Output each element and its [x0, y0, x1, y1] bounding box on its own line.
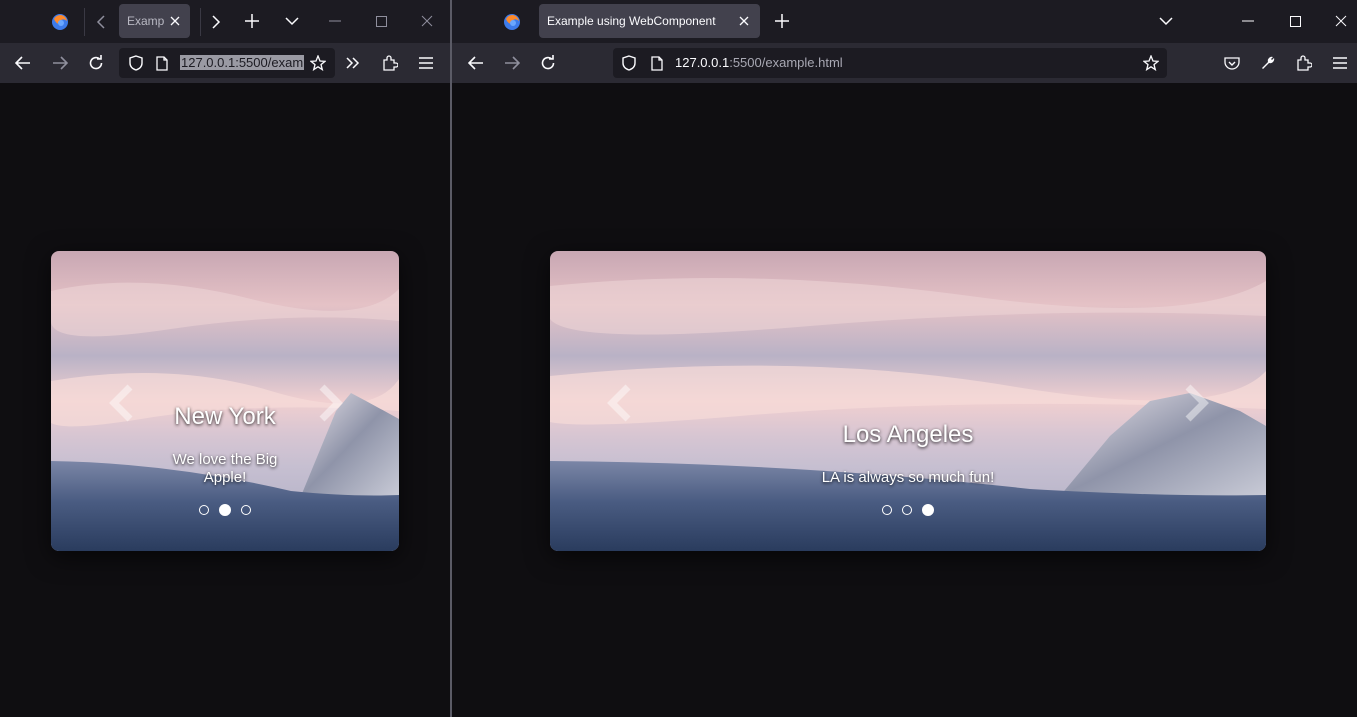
- slide-title: New York: [174, 403, 276, 430]
- tab-bar: Example using WebComponent: [0, 0, 450, 43]
- url-text[interactable]: 127.0.0.1:5500/example.html: [180, 55, 304, 70]
- close-window-icon[interactable]: [418, 12, 436, 30]
- carousel-dot[interactable]: [902, 505, 912, 515]
- url-host: 127.0.0.1: [675, 55, 730, 70]
- carousel-dot-active[interactable]: [219, 504, 231, 516]
- browser-window-left: Example using WebComponent: [0, 0, 450, 717]
- slide-caption: We love the Big Apple!: [172, 451, 278, 486]
- puzzle-icon[interactable]: [1295, 54, 1313, 72]
- star-icon[interactable]: [309, 54, 327, 72]
- list-tabs-icon[interactable]: [1157, 12, 1175, 30]
- wrench-icon[interactable]: [1259, 54, 1277, 72]
- browser-window-right: Example using WebComponent 127.0.0.1:550…: [452, 0, 1357, 717]
- hamburger-icon[interactable]: [417, 54, 435, 72]
- hamburger-icon[interactable]: [1331, 54, 1349, 72]
- maximize-icon[interactable]: [372, 12, 390, 30]
- shield-icon[interactable]: [127, 54, 145, 72]
- arrow-right-icon[interactable]: [51, 54, 69, 72]
- arrow-right-icon[interactable]: [503, 54, 521, 72]
- url-path: :5500/example.html: [729, 55, 843, 70]
- shield-icon[interactable]: [620, 54, 638, 72]
- tab-scroll-left-icon[interactable]: [92, 13, 110, 31]
- close-tab-icon[interactable]: [167, 13, 183, 29]
- navigation-bar: 127.0.0.1:5500/example.html: [0, 43, 450, 83]
- carousel-indicators: [51, 504, 399, 516]
- arrow-left-icon[interactable]: [467, 54, 485, 72]
- carousel: New York We love the Big Apple!: [51, 251, 399, 551]
- carousel-dot[interactable]: [241, 505, 251, 515]
- minimize-icon[interactable]: [326, 12, 344, 30]
- close-tab-icon[interactable]: [736, 13, 752, 29]
- double-chevron-icon[interactable]: [344, 54, 362, 72]
- arrow-left-icon[interactable]: [14, 54, 32, 72]
- carousel: Los Angeles LA is always so much fun!: [550, 251, 1266, 551]
- carousel-dot-active[interactable]: [922, 504, 934, 516]
- url-bar[interactable]: 127.0.0.1:5500/example.html: [613, 48, 1167, 78]
- pocket-icon[interactable]: [1223, 54, 1241, 72]
- reload-icon[interactable]: [539, 54, 557, 72]
- page-icon[interactable]: [153, 54, 171, 72]
- chevron-left-icon[interactable]: [606, 383, 632, 423]
- chevron-right-icon[interactable]: [1184, 383, 1210, 423]
- close-window-icon[interactable]: [1332, 12, 1350, 30]
- star-icon[interactable]: [1142, 54, 1160, 72]
- new-tab-icon[interactable]: [243, 12, 261, 30]
- tab-bar: Example using WebComponent: [452, 0, 1357, 43]
- tab-scroll-right-icon[interactable]: [207, 13, 225, 31]
- tab-title: Example using WebComponent: [547, 14, 716, 28]
- list-tabs-icon[interactable]: [283, 12, 301, 30]
- firefox-icon[interactable]: [50, 12, 70, 32]
- firefox-icon[interactable]: [502, 12, 522, 32]
- tab-active[interactable]: Example using WebComponent: [539, 4, 760, 38]
- url-text[interactable]: 127.0.0.1:5500/example.html: [675, 55, 843, 70]
- puzzle-icon[interactable]: [381, 54, 399, 72]
- navigation-bar: 127.0.0.1:5500/example.html: [452, 43, 1357, 83]
- new-tab-icon[interactable]: [773, 12, 791, 30]
- url-bar[interactable]: 127.0.0.1:5500/example.html: [119, 48, 335, 78]
- tab-title: Example using WebComponent: [127, 14, 165, 28]
- maximize-icon[interactable]: [1286, 12, 1304, 30]
- carousel-indicators: [550, 504, 1266, 516]
- minimize-icon[interactable]: [1239, 12, 1257, 30]
- slide-caption: LA is always so much fun!: [821, 469, 995, 486]
- page-icon[interactable]: [648, 54, 666, 72]
- tab-active[interactable]: Example using WebComponent: [119, 4, 190, 38]
- carousel-dot[interactable]: [882, 505, 892, 515]
- slide-title: Los Angeles: [842, 421, 974, 448]
- reload-icon[interactable]: [87, 54, 105, 72]
- carousel-dot[interactable]: [199, 505, 209, 515]
